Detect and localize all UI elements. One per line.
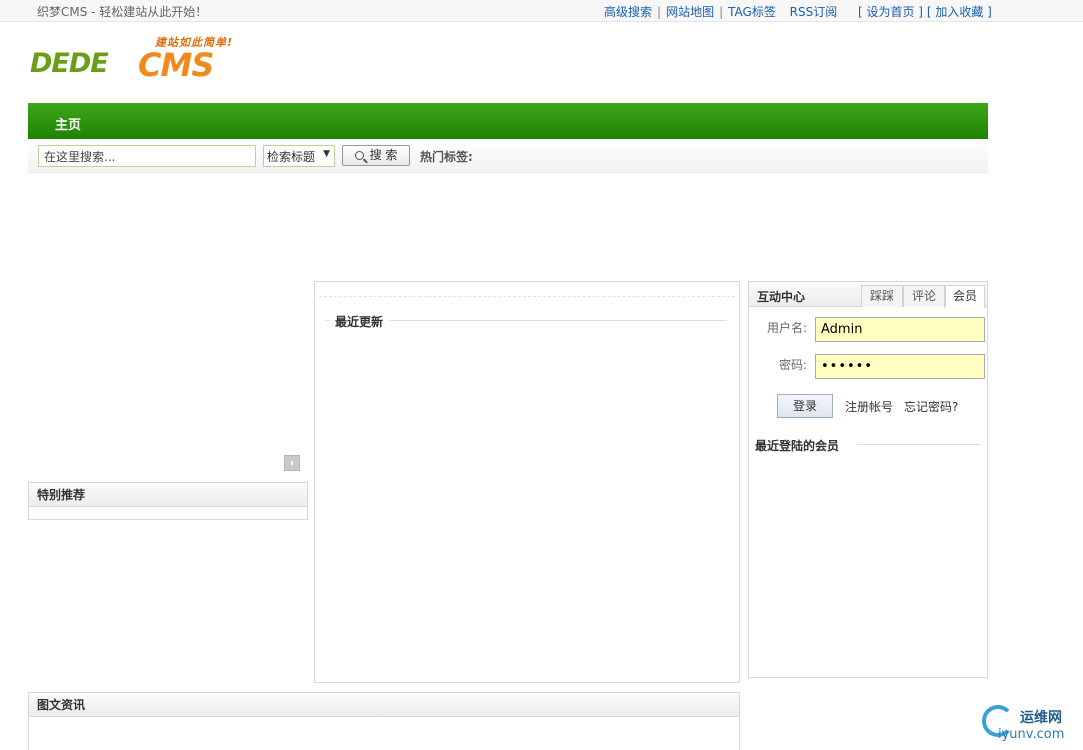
logo-dede: DEDE (30, 48, 109, 79)
rss-link[interactable]: RSS订阅 (790, 5, 838, 19)
register-link[interactable]: 注册帐号 (845, 398, 893, 415)
chevron-down-icon: ▼ (323, 149, 330, 159)
search-type-select[interactable]: 检索标题 ▼ (263, 145, 335, 167)
search-type-value: 检索标题 (267, 150, 316, 164)
top-bar: 织梦CMS - 轻松建站从此开始！ 高级搜索 | 网站地图 | TAG标签 RSS订阅 … (0, 0, 1083, 22)
username-field[interactable]: Admin (815, 317, 985, 342)
interaction-center-header: 互动中心 踩踩 评论 会员 (749, 282, 987, 308)
recent-members-title: 最近登陆的会员 (755, 437, 848, 454)
interaction-center-panel: 互动中心 踩踩 评论 会员 用户名: Admin 密码: •••••• 登录 注… (748, 281, 988, 678)
forgot-password-link[interactable]: 忘记密码? (904, 398, 958, 415)
special-recommend-title: 特别推荐 (29, 483, 307, 507)
tab-members[interactable]: 会员 (945, 285, 985, 308)
search-button[interactable]: 搜 索 (342, 145, 410, 166)
logo-cms: CMS (138, 46, 214, 84)
tab-comments[interactable]: 评论 (903, 285, 945, 307)
hot-tags-label: 热门标签: (420, 150, 473, 164)
sitemap-link[interactable]: 网站地图 (666, 5, 714, 19)
latest-updates-panel: 最近更新 (314, 281, 740, 683)
divider (319, 296, 735, 297)
password-label: 密码: (779, 358, 808, 372)
search-icon (354, 151, 364, 160)
search-bar: 检索标题 ▼ 搜 索 热门标签: (28, 139, 988, 173)
welcome-text: 织梦CMS - 轻松建站从此开始！ (37, 5, 208, 19)
tab-digg[interactable]: 踩踩 (861, 285, 903, 307)
advanced-search-link[interactable]: 高级搜索 (604, 5, 652, 19)
interaction-center-title: 互动中心 (757, 290, 806, 304)
watermark-logo: 运维网 iyunv.com (978, 703, 1083, 750)
picture-news-title: 图文资讯 (29, 693, 739, 717)
password-field[interactable]: •••••• (815, 354, 985, 379)
watermark-en: iyunv.com (998, 727, 1065, 742)
login-button[interactable]: 登录 (777, 394, 833, 418)
set-home-link[interactable]: [ 设为首页 ] (858, 5, 923, 19)
search-button-label: 搜 索 (369, 148, 398, 162)
search-input[interactable] (38, 145, 256, 167)
latest-updates-title: 最近更新 (329, 313, 390, 330)
watermark-cn: 运维网 (1020, 710, 1062, 726)
slider-control-icon[interactable] (284, 455, 300, 471)
site-logo[interactable]: 建站如此简单! DEDE CMS (30, 34, 245, 90)
add-favorite-link[interactable]: [ 加入收藏 ] (927, 5, 992, 19)
top-links-2: [ 设为首页 ] [ 加入收藏 ] (858, 3, 992, 20)
special-recommend-panel: 特别推荐 (28, 482, 308, 520)
main-nav: 主页 (28, 103, 988, 139)
picture-news-panel: 图文资讯 (28, 692, 740, 750)
top-links: 高级搜索 | 网站地图 | TAG标签 RSS订阅 (604, 5, 838, 19)
divider (857, 444, 981, 445)
tag-link[interactable]: TAG标签 (728, 5, 776, 19)
nav-item-home[interactable]: 主页 (55, 114, 81, 133)
username-label: 用户名: (767, 321, 808, 335)
